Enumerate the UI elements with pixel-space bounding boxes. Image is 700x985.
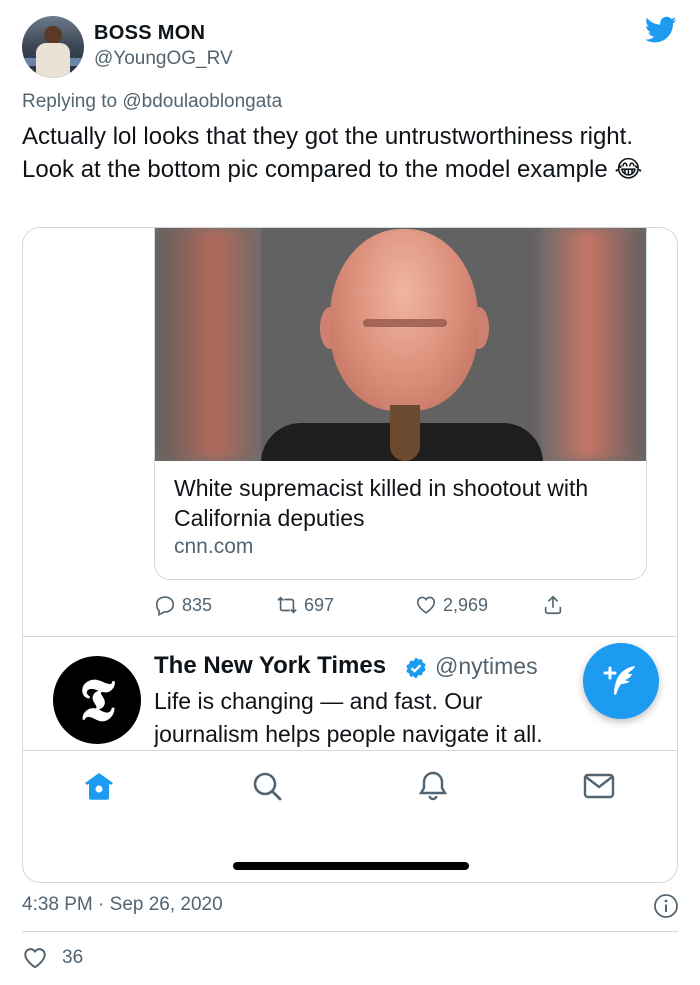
retweet-count: 697 [304, 594, 335, 615]
author-display-name[interactable]: BOSS MON [94, 22, 205, 45]
card-image [155, 228, 646, 461]
share-icon [544, 595, 562, 615]
divider [22, 931, 678, 932]
tweet-text: Actually lol looks that they got the unt… [22, 123, 643, 183]
card-title: White supremacist killed in shootout wit… [174, 475, 589, 531]
author-avatar[interactable] [22, 16, 84, 78]
tweet-timestamp[interactable]: 4:38 PM · Sep 26, 2020 [22, 894, 223, 916]
notifications-bell-icon[interactable] [415, 768, 451, 804]
embedded-screenshot: White supremacist killed in shootout wit… [22, 227, 678, 883]
heart-icon [416, 596, 436, 614]
like-count: 2,969 [443, 594, 489, 615]
card-domain: cnn.com [174, 535, 254, 558]
home-indicator-bar [233, 862, 469, 870]
tweet: BOSS MON @YoungOG_RV Replying to @bdoula… [0, 0, 700, 985]
bottom-tab-bar [23, 768, 677, 808]
heart-icon [24, 948, 46, 969]
reply-button[interactable]: 835 [154, 594, 212, 616]
nav-divider [23, 750, 677, 751]
replying-to: Replying to @bdoulaoblongata [22, 91, 282, 113]
author-handle[interactable]: @YoungOG_RV [94, 48, 233, 70]
nyt-display-name[interactable]: The New York Times [154, 652, 386, 680]
home-icon[interactable] [81, 768, 117, 804]
twitter-bird-icon[interactable] [645, 16, 677, 44]
share-button[interactable] [542, 594, 564, 616]
nyt-tweet-text: Life is changing — and fast. Our journal… [154, 688, 543, 747]
like-summary[interactable]: 36 [22, 945, 83, 971]
verified-badge-icon [406, 657, 426, 679]
like-summary-count: 36 [62, 947, 84, 968]
replying-to-mention[interactable]: @bdoulaoblongata [122, 91, 282, 112]
nyt-handle[interactable]: @nytimes [435, 653, 538, 680]
search-icon[interactable] [249, 768, 285, 804]
quoted-tweet-actions: 835 697 2,969 [154, 594, 634, 620]
messages-envelope-icon[interactable] [581, 768, 617, 804]
retweet-icon [277, 596, 297, 614]
retweet-button[interactable]: 697 [276, 594, 334, 616]
compose-button[interactable] [583, 643, 659, 719]
divider [23, 636, 677, 637]
compose-feather-icon [603, 666, 635, 695]
link-card[interactable]: White supremacist killed in shootout wit… [154, 228, 647, 580]
reply-count: 835 [182, 594, 213, 615]
reply-icon [155, 596, 175, 616]
info-icon[interactable] [653, 893, 679, 919]
replying-to-prefix: Replying to [22, 91, 123, 112]
like-button[interactable]: 2,969 [415, 594, 488, 616]
nyt-avatar[interactable]: 𝕿 [53, 656, 141, 744]
